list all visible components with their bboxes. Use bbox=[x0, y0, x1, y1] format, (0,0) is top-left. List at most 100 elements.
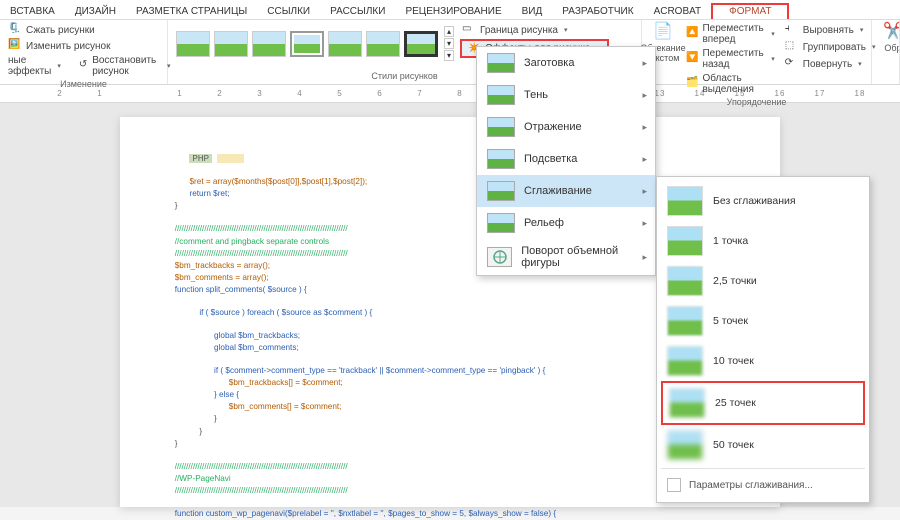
menu-label: Тень bbox=[524, 89, 548, 101]
rotate-button[interactable]: ⟳Повернуть▾ bbox=[783, 56, 878, 72]
style-thumb[interactable] bbox=[290, 31, 324, 57]
style-thumb[interactable] bbox=[252, 31, 286, 57]
border-icon: ▭ bbox=[462, 23, 476, 37]
soft-50[interactable]: 50 точек bbox=[661, 425, 865, 465]
selection-icon: 🗂️ bbox=[686, 77, 698, 91]
chevron-right-icon: ▸ bbox=[642, 122, 647, 133]
tab-view[interactable]: ВИД bbox=[512, 3, 553, 19]
bring-forward-button[interactable]: 🔼 Переместить вперед ▾ bbox=[684, 22, 777, 46]
chevron-down-icon: ▾ bbox=[771, 55, 775, 63]
change-icon: 🖼️ bbox=[8, 39, 22, 53]
tab-layout[interactable]: РАЗМЕТКА СТРАНИЦЫ bbox=[126, 3, 257, 19]
soft-label: 2,5 точки bbox=[713, 275, 757, 287]
style-thumb[interactable] bbox=[328, 31, 362, 57]
menu-label: Заготовка bbox=[524, 57, 574, 69]
chevron-down-icon: ▾ bbox=[771, 30, 775, 38]
effects-split-button[interactable]: ные эффекты▾ bbox=[6, 54, 63, 78]
group-button[interactable]: ⬚Группировать▾ bbox=[783, 39, 878, 55]
crop-label: Обр bbox=[884, 43, 900, 53]
soft-1[interactable]: 1 точка bbox=[661, 221, 865, 261]
chevron-right-icon: ▸ bbox=[642, 186, 647, 197]
backward-icon: 🔽 bbox=[686, 52, 698, 66]
crop-icon: ✂️ bbox=[883, 22, 900, 42]
chevron-down-icon: ▾ bbox=[564, 26, 568, 34]
tab-design[interactable]: ДИЗАЙН bbox=[65, 3, 126, 19]
menu-shadow[interactable]: Тень▸ bbox=[477, 79, 655, 111]
tab-review[interactable]: РЕЦЕНЗИРОВАНИЕ bbox=[395, 3, 511, 19]
rotate3d-icon bbox=[487, 247, 512, 267]
picture-border-button[interactable]: ▭ Граница рисунка ▾ bbox=[460, 22, 609, 38]
group-label-change: Изменение bbox=[6, 78, 161, 90]
soft-label: 5 точек bbox=[713, 315, 748, 327]
forward-icon: 🔼 bbox=[686, 27, 698, 41]
gallery-down-icon[interactable]: ▾ bbox=[444, 38, 454, 49]
style-thumb[interactable] bbox=[366, 31, 400, 57]
gallery-more-icon[interactable]: ▾ bbox=[444, 50, 454, 61]
tab-refs[interactable]: ССЫЛКИ bbox=[257, 3, 320, 19]
soft-thumb-icon bbox=[667, 346, 703, 376]
picture-style-gallery[interactable]: ▴ ▾ ▾ bbox=[174, 22, 456, 65]
tab-mailings[interactable]: РАССЫЛКИ bbox=[320, 3, 395, 19]
selection-pane-button[interactable]: 🗂️ Область выделения bbox=[684, 72, 777, 96]
chevron-right-icon: ▸ bbox=[642, 252, 647, 263]
style-thumb[interactable] bbox=[214, 31, 248, 57]
soft-25[interactable]: 25 точек bbox=[661, 381, 865, 425]
menu-label: Рельеф bbox=[524, 217, 564, 229]
soft-options-label: Параметры сглаживания... bbox=[689, 480, 813, 491]
tab-insert[interactable]: ВСТАВКА bbox=[0, 3, 65, 19]
gallery-up-icon[interactable]: ▴ bbox=[444, 26, 454, 37]
menu-preset[interactable]: Заготовка▸ bbox=[477, 47, 655, 79]
soft-2-5[interactable]: 2,5 точки bbox=[661, 261, 865, 301]
divider bbox=[661, 468, 865, 469]
rotate-label: Повернуть bbox=[803, 59, 852, 70]
align-button[interactable]: ⫞Выровнять▾ bbox=[783, 22, 878, 38]
restore-label: Восстановить рисунок bbox=[92, 55, 161, 77]
soft-none[interactable]: Без сглаживания bbox=[661, 181, 865, 221]
soft-label: 10 точек bbox=[713, 355, 754, 367]
forward-label: Переместить вперед bbox=[702, 23, 765, 45]
menu-label: Поворот объемной фигуры bbox=[521, 245, 645, 269]
group-label-arrange: Упорядочение bbox=[648, 96, 865, 108]
soft-5[interactable]: 5 точек bbox=[661, 301, 865, 341]
change-picture-button[interactable]: 🖼️Изменить рисунок bbox=[6, 38, 161, 54]
preset-icon bbox=[487, 53, 515, 73]
soft-thumb-icon bbox=[669, 388, 705, 418]
shadow-icon bbox=[487, 85, 515, 105]
send-backward-button[interactable]: 🔽 Переместить назад ▾ bbox=[684, 47, 777, 71]
chevron-right-icon: ▸ bbox=[642, 154, 647, 165]
soft-icon bbox=[487, 181, 515, 201]
glow-icon bbox=[487, 149, 515, 169]
menu-3d-rotation[interactable]: Поворот объемной фигуры▸ bbox=[477, 239, 655, 275]
tab-format[interactable]: ФОРМАТ bbox=[711, 3, 789, 19]
border-label: Граница рисунка bbox=[480, 25, 558, 36]
soft-thumb-icon bbox=[667, 186, 703, 216]
selection-label: Область выделения bbox=[702, 73, 774, 95]
menu-bevel[interactable]: Рельеф▸ bbox=[477, 207, 655, 239]
menu-glow[interactable]: Подсветка▸ bbox=[477, 143, 655, 175]
bevel-icon bbox=[487, 213, 515, 233]
chevron-down-icon: ▾ bbox=[858, 60, 862, 68]
soft-label: Без сглаживания bbox=[713, 195, 796, 207]
style-thumb[interactable] bbox=[404, 31, 438, 57]
reflection-icon bbox=[487, 117, 515, 137]
menu-label: Сглаживание bbox=[524, 185, 592, 197]
group-label: Группировать bbox=[803, 42, 866, 53]
tab-acrobat[interactable]: ACROBAT bbox=[644, 3, 712, 19]
soft-10[interactable]: 10 точек bbox=[661, 341, 865, 381]
compress-button[interactable]: 🗜️Сжать рисунки bbox=[6, 22, 161, 38]
restore-button[interactable]: ↺Восстановить рисунок▾ bbox=[77, 54, 173, 78]
wrap-icon: 📄 bbox=[653, 22, 673, 42]
backward-label: Переместить назад bbox=[702, 48, 765, 70]
crop-button[interactable]: ✂️ Обр bbox=[878, 22, 900, 53]
menu-reflection[interactable]: Отражение ▸ bbox=[477, 111, 655, 143]
restore-icon: ↺ bbox=[79, 59, 88, 73]
menu-soft-edges[interactable]: Сглаживание ▸ bbox=[477, 175, 655, 207]
options-icon bbox=[667, 478, 681, 492]
chevron-down-icon: ▾ bbox=[57, 62, 61, 70]
tab-developer[interactable]: РАЗРАБОТЧИК bbox=[552, 3, 643, 19]
style-thumb[interactable] bbox=[176, 31, 210, 57]
soft-options[interactable]: Параметры сглаживания... bbox=[661, 472, 865, 498]
align-label: Выровнять bbox=[803, 25, 854, 36]
menu-label: Отражение bbox=[524, 121, 582, 133]
soft-label: 25 точек bbox=[715, 397, 756, 409]
